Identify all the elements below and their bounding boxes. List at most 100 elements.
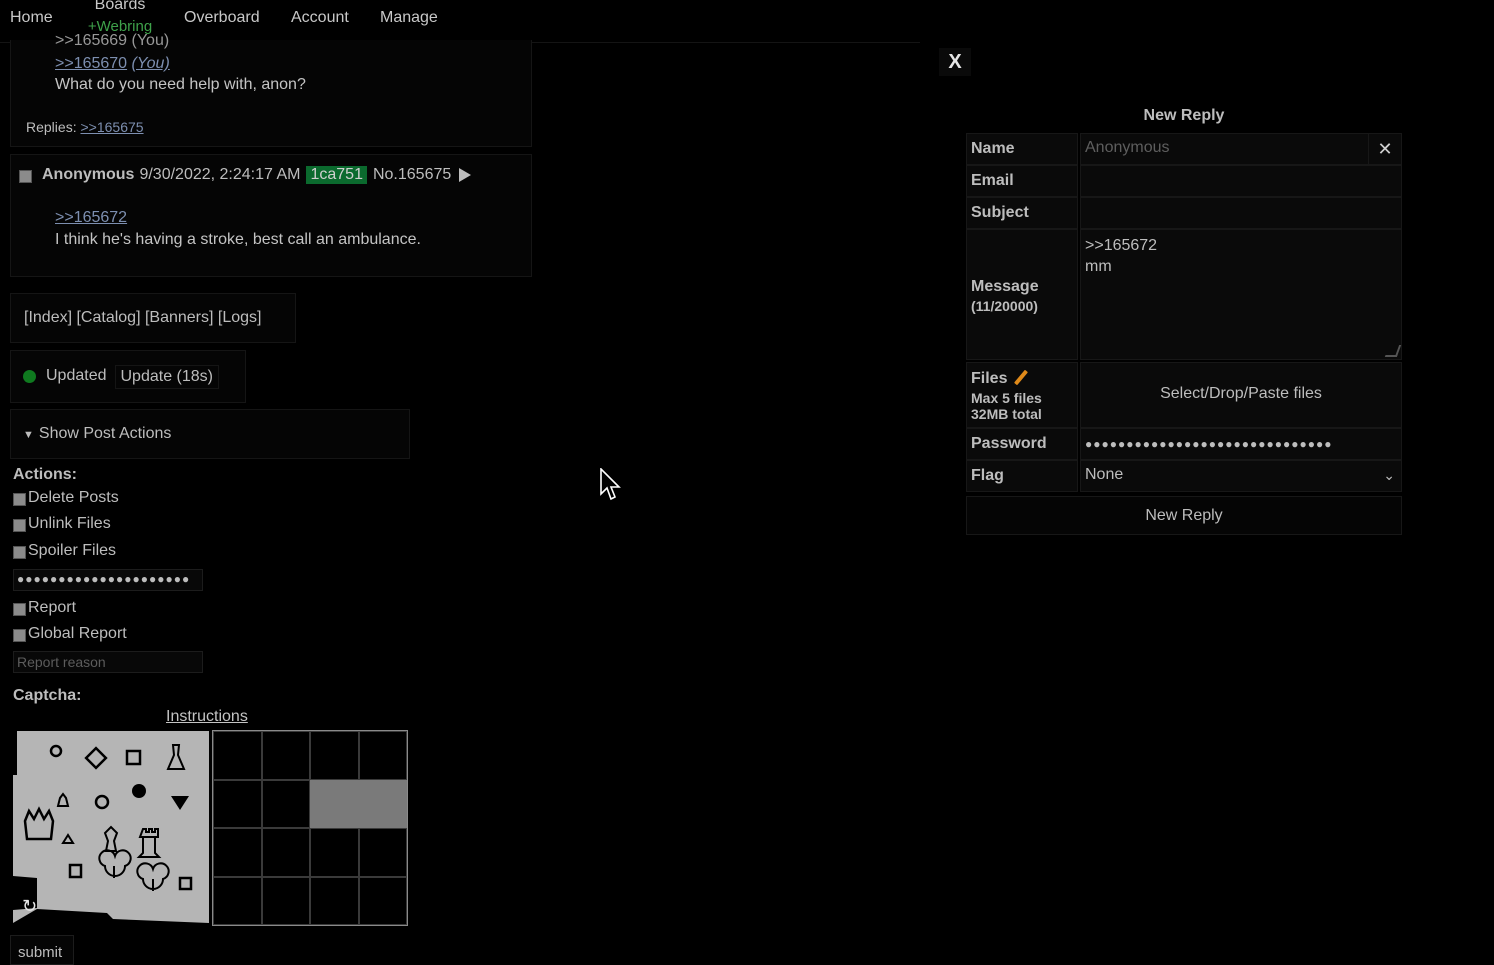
captcha-cell[interactable]: [213, 731, 262, 780]
captcha-cell[interactable]: [310, 876, 359, 925]
update-status: Updated: [46, 367, 107, 384]
unlink-files-checkbox[interactable]: [13, 519, 26, 532]
nav-account[interactable]: Account: [291, 9, 349, 27]
email-row: Email: [966, 165, 1402, 197]
flag-select[interactable]: None ⌄: [1080, 460, 1402, 492]
files-max: Max 5 files: [971, 390, 1042, 406]
message-row: Message (11/20000) >>165672 mm: [966, 229, 1402, 360]
clear-name-icon[interactable]: ✕: [1368, 134, 1401, 164]
captcha-cell[interactable]: [358, 828, 407, 877]
password-input[interactable]: ●●●●●●●●●●●●●●●●●●●●●●●●●●●●●●: [1080, 428, 1402, 460]
delete-posts-option[interactable]: Delete Posts: [13, 489, 119, 507]
triangle-down-icon: ▼: [23, 429, 34, 441]
quote-link[interactable]: >>165670: [55, 55, 127, 72]
replies-label: Replies:: [26, 119, 77, 135]
name-input[interactable]: Anonymous ✕: [1080, 133, 1402, 165]
report-reason-input[interactable]: Report reason: [13, 651, 203, 673]
quote-link[interactable]: >>165672: [55, 209, 127, 227]
captcha-cell[interactable]: [358, 731, 407, 780]
post-actions-label: Show Post Actions: [38, 425, 172, 442]
actions-submit-button[interactable]: submit: [10, 935, 74, 965]
nav-overboard[interactable]: Overboard: [184, 9, 260, 27]
status-dot-icon: [23, 370, 36, 383]
unlink-files-option[interactable]: Unlink Files: [13, 515, 111, 533]
report-option[interactable]: Report: [13, 599, 76, 617]
name-label: Name: [966, 133, 1078, 165]
name-placeholder: Anonymous: [1085, 139, 1170, 156]
post-message: What do you need help with, anon?: [55, 76, 306, 93]
captcha-instructions-link[interactable]: Instructions: [166, 708, 248, 726]
captcha-cell[interactable]: [261, 828, 310, 877]
poster-name: Anonymous: [42, 166, 135, 183]
post-number[interactable]: No.165675: [373, 166, 451, 184]
captcha-cell[interactable]: [213, 876, 262, 925]
post: >>165669 (You) >>165670 (You) What do yo…: [10, 32, 532, 147]
pencil-icon[interactable]: [1014, 369, 1029, 386]
captcha-cell[interactable]: [310, 731, 359, 780]
global-report-option[interactable]: Global Report: [13, 625, 127, 643]
spoiler-files-option[interactable]: Spoiler Files: [13, 542, 116, 560]
new-reply-submit-button[interactable]: New Reply: [966, 496, 1402, 535]
captcha-label: Captcha:: [13, 687, 82, 704]
update-button[interactable]: Update (18s): [114, 365, 219, 389]
captcha-cell[interactable]: [261, 731, 310, 780]
quote-line: >>165670 (You): [55, 55, 170, 73]
captcha-refresh-icon: ↻: [22, 896, 37, 917]
nav-home[interactable]: Home: [10, 9, 53, 27]
mouse-cursor-icon: [600, 468, 621, 501]
spoiler-files-label: Spoiler Files: [28, 542, 117, 559]
you-marker: (You): [131, 55, 170, 72]
post-menu-arrow-icon[interactable]: [459, 168, 472, 182]
message-line: mm: [1085, 258, 1112, 275]
replies: Replies: >>165675: [26, 119, 144, 135]
poster-id-badge[interactable]: 1ca751: [306, 166, 367, 184]
files-total: 32MB total: [971, 406, 1042, 422]
message-textarea[interactable]: >>165672 mm: [1080, 229, 1402, 360]
email-input[interactable]: [1080, 165, 1402, 197]
resize-handle-icon[interactable]: [1384, 345, 1402, 357]
global-report-checkbox[interactable]: [13, 629, 26, 642]
captcha-cell[interactable]: [213, 779, 262, 828]
captcha-cell[interactable]: [213, 828, 262, 877]
quote-link[interactable]: >>165669 (You): [55, 32, 169, 50]
actions-label: Actions:: [13, 466, 77, 483]
captcha-cell-selected[interactable]: [358, 779, 407, 828]
subject-row: Subject: [966, 197, 1402, 229]
post-actions-toggle[interactable]: ▼ Show Post Actions: [10, 409, 410, 459]
board-links[interactable]: [Index] [Catalog] [Banners] [Logs]: [10, 293, 296, 343]
message-label-cell: Message (11/20000): [966, 229, 1078, 360]
password-label: Password: [966, 428, 1078, 460]
message-line: >>165672: [1085, 237, 1158, 254]
chevron-down-icon: ⌄: [1383, 467, 1395, 483]
captcha-cell-selected[interactable]: [310, 779, 359, 828]
captcha-cell[interactable]: [261, 876, 310, 925]
subject-input[interactable]: [1080, 197, 1402, 229]
flag-value: None: [1085, 466, 1124, 483]
captcha-cell[interactable]: [310, 828, 359, 877]
delete-posts-checkbox[interactable]: [13, 493, 26, 506]
global-report-label: Global Report: [28, 625, 127, 642]
report-checkbox[interactable]: [13, 603, 26, 616]
delete-posts-label: Delete Posts: [28, 489, 119, 506]
post-select-checkbox[interactable]: [19, 169, 32, 183]
captcha-grid: [212, 730, 408, 926]
file-dropzone[interactable]: Select/Drop/Paste files: [1080, 362, 1402, 428]
reply-link[interactable]: >>165675: [80, 119, 143, 135]
spoiler-files-checkbox[interactable]: [13, 546, 26, 559]
close-reply-button[interactable]: X: [939, 48, 971, 76]
name-row: Name Anonymous ✕: [966, 133, 1402, 165]
email-label: Email: [966, 165, 1078, 197]
message-char-count: (11/20000): [971, 298, 1038, 314]
unlink-files-label: Unlink Files: [28, 515, 111, 532]
report-label: Report: [28, 599, 77, 616]
nav-boards[interactable]: Boards: [82, 0, 158, 14]
flag-row: Flag None ⌄: [966, 460, 1402, 492]
nav-manage[interactable]: Manage: [380, 9, 438, 27]
message-label: Message: [971, 278, 1039, 295]
subject-label: Subject: [966, 197, 1078, 229]
reply-form-title[interactable]: New Reply: [966, 107, 1402, 125]
captcha-cell[interactable]: [358, 876, 407, 925]
captcha-cell[interactable]: [261, 779, 310, 828]
files-label-cell: Files Max 5 files 32MB total: [966, 362, 1078, 428]
actions-password-input[interactable]: ●●●●●●●●●●●●●●●●●●●●●: [13, 569, 203, 591]
